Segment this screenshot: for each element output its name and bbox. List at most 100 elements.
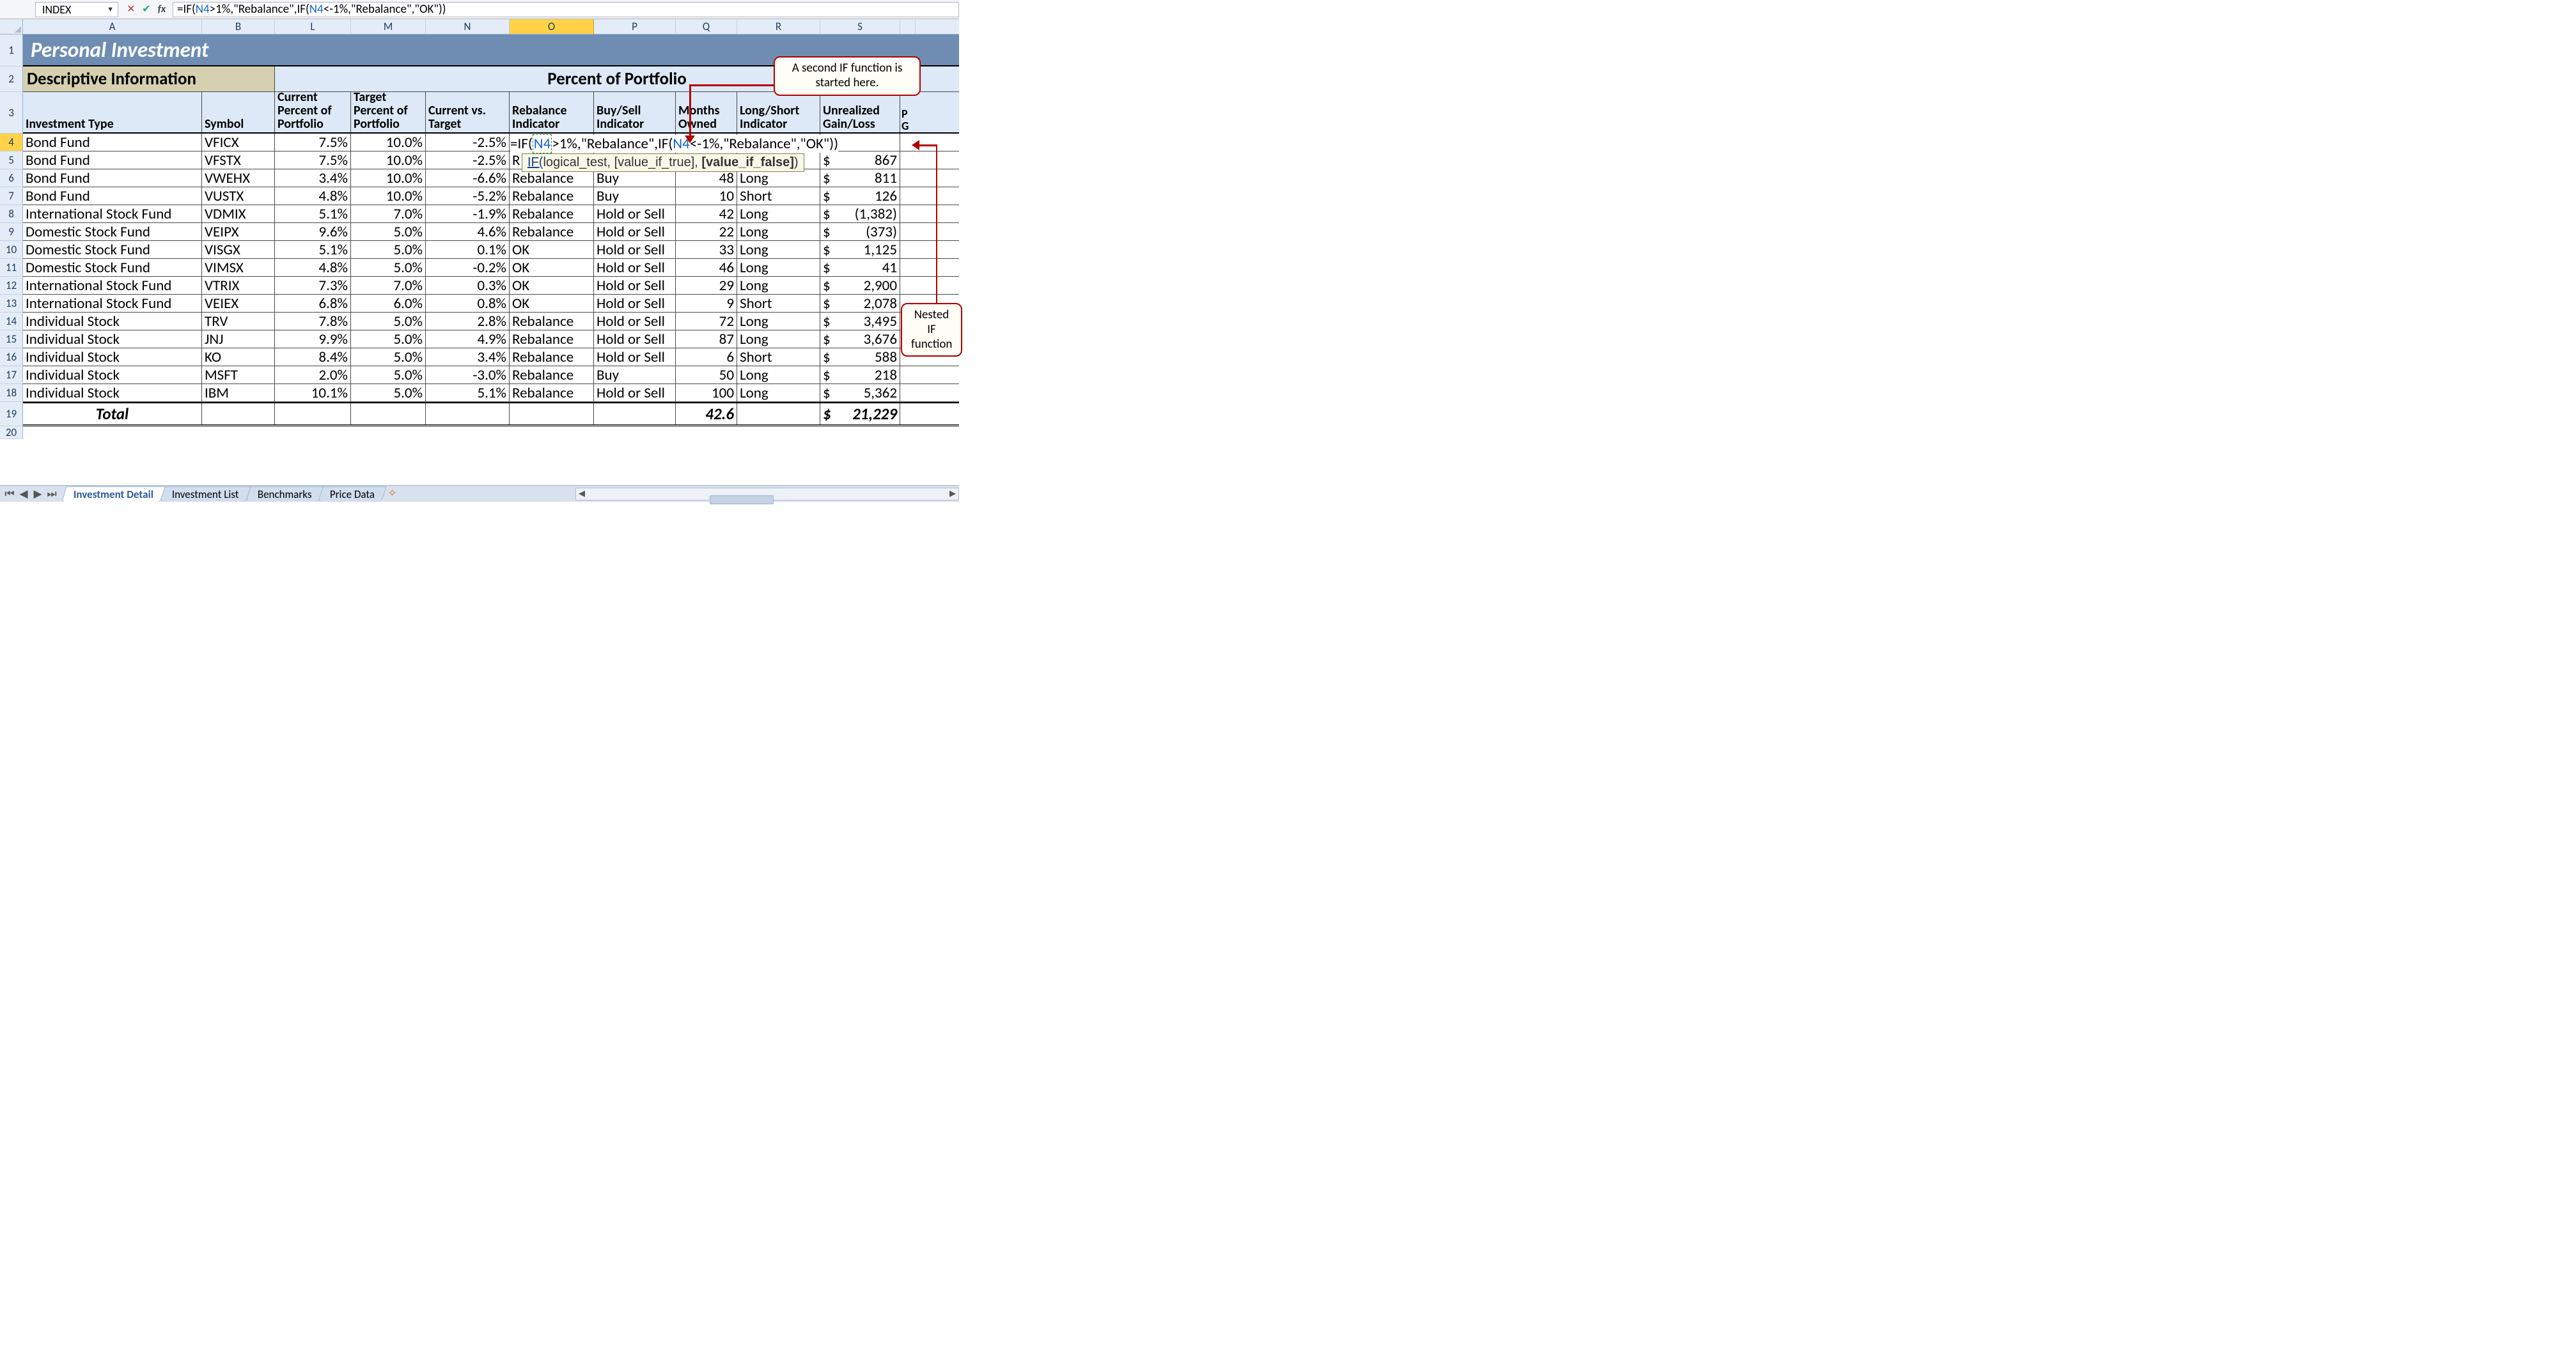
cell-cur[interactable]: 7.5% <box>275 151 351 169</box>
cell-ls[interactable]: Long <box>737 259 820 276</box>
cell-gain[interactable]: $218 <box>820 366 900 383</box>
cell-tgt[interactable]: 5.0% <box>351 384 426 401</box>
cell-symbol[interactable]: VUSTX <box>202 187 275 205</box>
cell-cvt[interactable]: 0.3% <box>426 277 510 294</box>
cell-reb[interactable]: Rebalance <box>510 223 594 240</box>
cell-tgt[interactable]: 7.0% <box>351 277 426 294</box>
cell-tgt[interactable]: 10.0% <box>351 134 426 151</box>
cell-symbol[interactable]: KO <box>202 348 275 366</box>
cell-mo[interactable]: 72 <box>676 313 737 330</box>
cell-symbol[interactable]: VIMSX <box>202 259 275 276</box>
select-all-button[interactable] <box>0 19 23 34</box>
cell-mo[interactable]: 10 <box>676 187 737 205</box>
new-sheet-icon[interactable]: ✧ <box>384 486 401 502</box>
cell-ls[interactable]: Long <box>737 241 820 258</box>
cell-tgt[interactable]: 10.0% <box>351 187 426 205</box>
cell-cvt[interactable]: 4.6% <box>426 223 510 240</box>
cell-symbol[interactable]: IBM <box>202 384 275 401</box>
cell-cur[interactable]: 2.0% <box>275 366 351 383</box>
cell-gain[interactable]: $(373) <box>820 223 900 240</box>
cell-cvt[interactable]: -2.5% <box>426 134 510 151</box>
cell-type[interactable]: Bond Fund <box>23 134 202 151</box>
cell-tgt[interactable]: 6.0% <box>351 295 426 312</box>
cell-bs[interactable]: Hold or Sell <box>594 259 676 276</box>
worksheet-area[interactable]: Personal Investment Descriptive Informat… <box>23 35 959 439</box>
cell-tgt[interactable]: 5.0% <box>351 241 426 258</box>
cell-cvt[interactable]: -2.5% <box>426 151 510 169</box>
cell-bs[interactable]: Buy <box>594 366 676 383</box>
cell-symbol[interactable]: JNJ <box>202 330 275 348</box>
row-header-8[interactable]: 8 <box>0 205 23 223</box>
fx-icon[interactable]: fx <box>154 2 169 17</box>
row-header-10[interactable]: 10 <box>0 241 23 259</box>
cell-mo[interactable]: 46 <box>676 259 737 276</box>
scroll-thumb[interactable] <box>710 495 774 504</box>
cell-bs[interactable]: Hold or Sell <box>594 277 676 294</box>
cell-reb[interactable]: OK <box>510 259 594 276</box>
cell-tgt[interactable]: 5.0% <box>351 348 426 366</box>
row-header-7[interactable]: 7 <box>0 187 23 205</box>
cell-reb[interactable]: OK <box>510 241 594 258</box>
cell-ls[interactable]: Long <box>737 205 820 222</box>
col-header-B[interactable]: B <box>202 19 275 34</box>
row-header-17[interactable]: 17 <box>0 366 23 384</box>
cell-bs[interactable]: Buy <box>594 187 676 205</box>
cell-tgt[interactable]: 5.0% <box>351 366 426 383</box>
cell-gain[interactable]: $588 <box>820 348 900 366</box>
cell-cvt[interactable]: 3.4% <box>426 348 510 366</box>
cell-bs[interactable]: Hold or Sell <box>594 348 676 366</box>
col-header-Q[interactable]: Q <box>676 19 737 34</box>
cell-gain[interactable]: $5,362 <box>820 384 900 401</box>
row-header-19[interactable]: 19 <box>0 402 23 426</box>
cell-reb[interactable]: Rebalance <box>510 169 594 187</box>
cell-symbol[interactable]: VFSTX <box>202 151 275 169</box>
cell-gain[interactable]: $(1,382) <box>820 205 900 222</box>
cell-symbol[interactable]: VWEHX <box>202 169 275 187</box>
enter-icon[interactable]: ✔ <box>139 2 154 17</box>
cell-O4-editing[interactable]: =IF(N4>1%,"Rebalance",IF(N4<-1%,"Rebalan… <box>510 135 838 153</box>
scroll-right-icon[interactable]: ▶ <box>947 489 958 499</box>
cell-ls[interactable]: Long <box>737 384 820 401</box>
cell-tgt[interactable]: 10.0% <box>351 169 426 187</box>
row-header-1[interactable]: 1 <box>0 35 23 66</box>
cell-mo[interactable]: 22 <box>676 223 737 240</box>
col-header-N[interactable]: N <box>426 19 510 34</box>
col-header-M[interactable]: M <box>351 19 426 34</box>
cell-symbol[interactable]: MSFT <box>202 366 275 383</box>
cell-mo[interactable]: 48 <box>676 169 737 187</box>
tab-investment-list[interactable]: Investment List <box>160 486 251 502</box>
cell-cur[interactable]: 10.1% <box>275 384 351 401</box>
cell-gain[interactable]: $3,676 <box>820 330 900 348</box>
cell-mo[interactable]: 9 <box>676 295 737 312</box>
cell-type[interactable]: Individual Stock <box>23 366 202 383</box>
row-header-4[interactable]: 4 <box>0 134 23 151</box>
cell-mo[interactable]: 87 <box>676 330 737 348</box>
cell-type[interactable]: International Stock Fund <box>23 295 202 312</box>
cell-ls[interactable]: Long <box>737 223 820 240</box>
cell-bs[interactable]: Hold or Sell <box>594 241 676 258</box>
row-header-9[interactable]: 9 <box>0 223 23 241</box>
cell-cvt[interactable]: 0.8% <box>426 295 510 312</box>
cell-bs[interactable]: Buy <box>594 169 676 187</box>
cell-gain[interactable]: $3,495 <box>820 313 900 330</box>
col-header-S[interactable]: S <box>820 19 900 34</box>
cell-cvt[interactable]: 4.9% <box>426 330 510 348</box>
cell-bs[interactable]: Hold or Sell <box>594 223 676 240</box>
row-header-5[interactable]: 5 <box>0 151 23 169</box>
cell-cvt[interactable]: -1.9% <box>426 205 510 222</box>
cell-mo[interactable]: 33 <box>676 241 737 258</box>
cell-symbol[interactable]: VDMIX <box>202 205 275 222</box>
col-header-T[interactable] <box>900 19 916 34</box>
cell-gain[interactable]: $41 <box>820 259 900 276</box>
col-header-O[interactable]: O <box>510 19 594 34</box>
cell-reb[interactable]: Rebalance <box>510 366 594 383</box>
tab-benchmarks[interactable]: Benchmarks <box>246 486 324 502</box>
cell-symbol[interactable]: VFICX <box>202 134 275 151</box>
cell-symbol[interactable]: VISGX <box>202 241 275 258</box>
cell-tgt[interactable]: 5.0% <box>351 259 426 276</box>
cell-tgt[interactable]: 7.0% <box>351 205 426 222</box>
cell-type[interactable]: Individual Stock <box>23 348 202 366</box>
row-header-18[interactable]: 18 <box>0 384 23 402</box>
row-header-20[interactable]: 20 <box>0 426 23 439</box>
cell-type[interactable]: Bond Fund <box>23 187 202 205</box>
